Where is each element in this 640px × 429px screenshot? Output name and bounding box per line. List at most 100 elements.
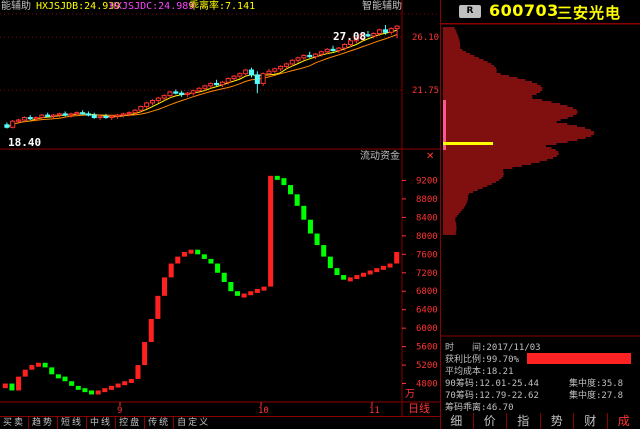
flow-bar [128, 378, 134, 383]
flow-bar [122, 381, 128, 386]
candle-body [149, 99, 156, 104]
candle-body [313, 53, 319, 58]
flow-tick-label: 7200 [416, 269, 438, 279]
flow-bar [327, 256, 333, 269]
candle-body [342, 43, 348, 49]
high-price-label: 27.08 [333, 30, 367, 43]
candle-body [27, 117, 33, 120]
smart-assist-label[interactable]: 智能辅助 [362, 0, 402, 14]
flow-bar [35, 362, 41, 367]
candle-body [62, 113, 68, 116]
tab-price[interactable]: 价 [474, 413, 507, 429]
flow-bar [135, 365, 141, 379]
flow-bar [16, 376, 22, 391]
flow-bar [234, 291, 240, 296]
tab-finance[interactable]: 财 [574, 413, 608, 429]
tab-traditional[interactable]: 传统 [145, 417, 175, 429]
flow-bar [254, 288, 260, 293]
candle-body [202, 85, 208, 89]
candle-body [21, 117, 27, 121]
flow-bar [115, 383, 121, 388]
chart-area[interactable]: 26.10 21.75 9200 8800 8400 8000 7600 7200 6800 64… [0, 0, 440, 416]
tab-mid-term[interactable]: 中线 [87, 417, 117, 429]
chip-deviation: 筹码乖离:46.70 [445, 403, 514, 413]
flow-bar [175, 256, 181, 264]
flow-bar [334, 268, 340, 276]
flow-bar [9, 383, 15, 391]
period-label[interactable]: 日线 [408, 402, 430, 416]
xaxis-label: 11 [369, 406, 380, 416]
flow-bar [168, 263, 174, 278]
candle-body [289, 59, 295, 65]
candle-body [4, 124, 10, 128]
tab-index[interactable]: 指 [507, 413, 541, 429]
flow-bar [108, 385, 114, 390]
flow-bar [281, 178, 287, 186]
flow-tick-label: 6800 [416, 287, 438, 297]
candle-body [179, 92, 185, 95]
panel-title: 能辅助 [1, 1, 31, 12]
flow-bar [274, 175, 280, 180]
flow-bar [228, 282, 234, 292]
candle-body [272, 68, 278, 72]
candle-body [91, 114, 97, 119]
close-icon[interactable]: ✕ [426, 150, 434, 164]
flow-bar [394, 252, 400, 264]
flow-bar [374, 268, 380, 273]
tab-buy-sell[interactable]: 买卖 [0, 417, 30, 429]
flow-bar [95, 390, 101, 395]
flow-tick-label: 6400 [416, 306, 438, 316]
candle-body [388, 28, 394, 33]
flow-bar [62, 376, 68, 382]
tab-control[interactable]: 控盘 [116, 417, 146, 429]
candle-body [138, 106, 144, 111]
candle-body [45, 114, 51, 117]
chip-distribution-panel: R 600703 三安光电 26.1021.75 时 间:2017/11/03 … [440, 0, 640, 429]
candle-body [50, 114, 57, 117]
candle-body [248, 69, 255, 76]
tab-detail[interactable]: 细 [440, 413, 474, 429]
tab-momentum[interactable]: 势 [541, 413, 574, 429]
flow-bar [195, 249, 201, 255]
candle-body [307, 54, 313, 58]
concentration-70: 集中度:27.8 [569, 391, 624, 401]
flow-bar [314, 233, 320, 246]
kline-chart[interactable]: 26.10 21.75 9200 8800 8400 8000 7600 7200 6800 64… [0, 0, 440, 416]
candle-body [208, 82, 214, 87]
candle-body [109, 115, 115, 119]
flow-bar [29, 365, 35, 370]
xaxis-label: 9 [117, 406, 122, 416]
candle-body [225, 78, 231, 83]
flow-bar [148, 318, 154, 342]
candle-body [190, 90, 196, 94]
tab-short-term[interactable]: 短线 [58, 417, 88, 429]
candle-body [214, 82, 220, 86]
candle-body [196, 87, 202, 92]
candle-body [39, 114, 45, 119]
candle-body [365, 34, 371, 37]
low-price-label: 18.40 [8, 136, 42, 149]
flow-bar [288, 185, 294, 195]
xaxis-label: 10 [258, 406, 269, 416]
indicator-deviation-rate: 乖离率:7.141 [189, 1, 256, 12]
candle-body [336, 47, 342, 52]
tab-trend[interactable]: 趋势 [29, 417, 59, 429]
flow-bar [301, 205, 307, 220]
unit-label: 万 [405, 389, 415, 400]
flow-bar [89, 390, 95, 395]
flow-bar [380, 265, 386, 270]
candle-body [278, 65, 284, 70]
flow-tick-label: 8400 [416, 213, 438, 223]
candle-body [371, 32, 377, 37]
flow-bar [261, 286, 267, 291]
flow-tick-label: 5200 [416, 361, 438, 371]
candle-body [85, 113, 91, 116]
candle-body [74, 112, 80, 115]
candle-body [324, 48, 330, 53]
flow-bar [387, 263, 393, 268]
candle-body [382, 29, 388, 33]
candle-body [120, 113, 126, 116]
flow-bar [75, 385, 81, 390]
tab-volume[interactable]: 成 [608, 413, 640, 429]
tab-custom[interactable]: 自定义 [174, 417, 213, 429]
